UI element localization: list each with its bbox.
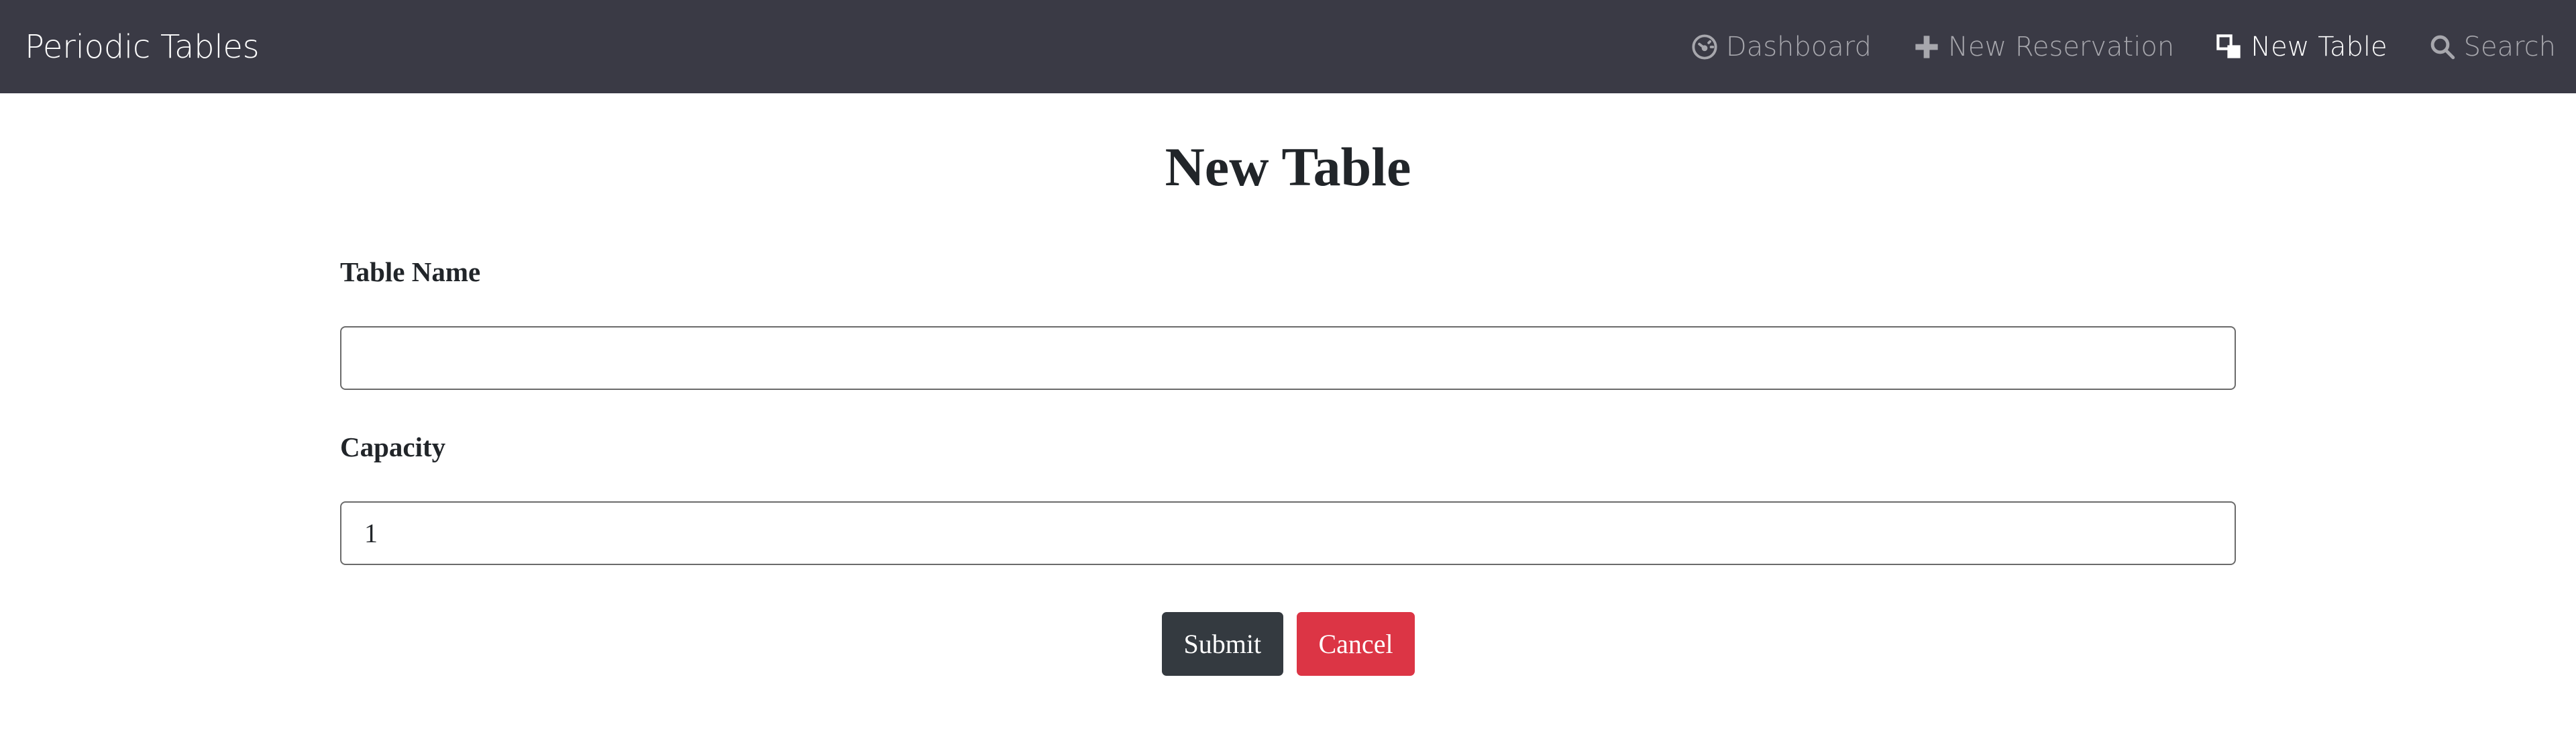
nav-link-dashboard[interactable]: Dashboard xyxy=(1670,0,1892,93)
search-icon xyxy=(2428,32,2457,62)
nav-link-search[interactable]: Search xyxy=(2408,0,2576,93)
table-name-label: Table Name xyxy=(340,256,481,287)
table-name-input[interactable] xyxy=(340,326,2236,390)
new-table-form: Table Name Capacity Submit Cancel xyxy=(340,248,2236,676)
plus-icon xyxy=(1912,32,1941,62)
nav-links: Dashboard New Reservation New Table Sear… xyxy=(1670,0,2576,93)
nav-link-new-reservation[interactable]: New Reservation xyxy=(1892,0,2194,93)
nav-link-dashboard-label: Dashboard xyxy=(1725,31,1872,62)
page-title: New Table xyxy=(1165,136,1411,197)
layers-icon xyxy=(2214,32,2244,62)
nav-link-new-reservation-label: New Reservation xyxy=(1947,31,2175,62)
form-buttons: Submit Cancel xyxy=(340,612,2236,676)
dashboard-icon xyxy=(1690,32,1719,62)
nav-link-new-table[interactable]: New Table xyxy=(2194,0,2407,93)
nav-link-search-label: Search xyxy=(2463,31,2556,62)
capacity-input[interactable] xyxy=(340,501,2236,565)
cancel-button[interactable]: Cancel xyxy=(1296,612,1415,676)
nav-link-new-table-label: New Table xyxy=(2251,31,2387,62)
brand-link[interactable]: Periodic Tables xyxy=(25,28,260,66)
submit-button[interactable]: Submit xyxy=(1161,612,1283,676)
capacity-label: Capacity xyxy=(340,432,446,462)
top-navbar: Periodic Tables Dashboard New Reservatio xyxy=(0,0,2576,93)
